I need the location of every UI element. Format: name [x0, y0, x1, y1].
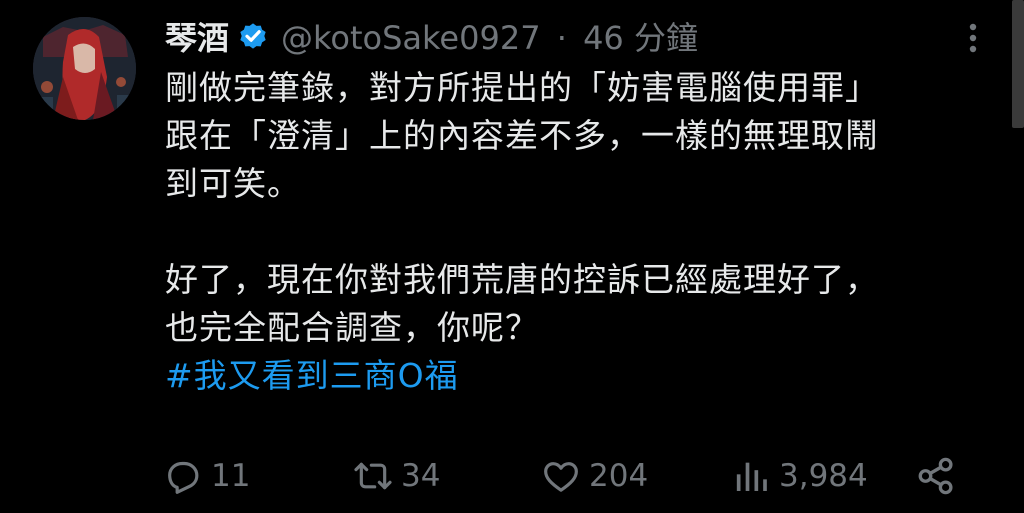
- tweet-text-line: 也完全配合調查，你呢？: [165, 308, 539, 347]
- timestamp[interactable]: 46 分鐘: [583, 19, 698, 57]
- tweet-header: 琴酒 @kotoSake0927 · 46 分鐘: [165, 12, 698, 60]
- views-icon: [736, 462, 767, 491]
- display-name[interactable]: 琴酒: [165, 13, 229, 59]
- tweet-text-line: 跟在「澄清」上的內容差不多，一樣的無理取鬧: [165, 116, 879, 155]
- verified-badge-icon: [240, 23, 266, 49]
- heart-icon: [544, 462, 578, 492]
- share-button[interactable]: [915, 448, 965, 504]
- retweet-button[interactable]: 34: [353, 448, 440, 504]
- avatar-image: [33, 17, 136, 120]
- avatar[interactable]: [33, 17, 136, 120]
- like-button[interactable]: 204: [541, 448, 648, 504]
- tweet-text-line: 剛做完筆錄，對方所提出的「妨害電腦使用罪」: [165, 68, 879, 107]
- scrollbar[interactable]: [1012, 0, 1024, 128]
- like-count: 204: [589, 458, 649, 494]
- tweet[interactable]: 琴酒 @kotoSake0927 · 46 分鐘 剛做完筆錄，對方所提出的「妨害…: [0, 0, 1024, 513]
- separator-dot: ·: [556, 19, 567, 57]
- tweet-text-line: 好了，現在你對我們荒唐的控訴已經處理好了，: [165, 260, 879, 299]
- retweet-count: 34: [401, 458, 441, 494]
- action-bar: 11 34 204 3,984: [163, 448, 963, 504]
- view-count: 3,984: [779, 458, 868, 494]
- tweet-text: 剛做完筆錄，對方所提出的「妨害電腦使用罪」 跟在「澄清」上的內容差不多，一樣的無…: [165, 64, 995, 400]
- share-icon: [918, 457, 953, 495]
- more-options-icon[interactable]: [958, 18, 988, 58]
- reply-button[interactable]: 11: [163, 448, 250, 504]
- retweet-icon: [354, 462, 392, 490]
- tweet-text-line: 到可笑。: [165, 164, 301, 203]
- reply-count: 11: [211, 458, 251, 494]
- handle[interactable]: @kotoSake0927: [281, 19, 541, 57]
- hashtag-link[interactable]: #我又看到三商O福: [165, 352, 995, 400]
- reply-icon: [168, 461, 199, 494]
- views-button[interactable]: 3,984: [731, 448, 868, 504]
